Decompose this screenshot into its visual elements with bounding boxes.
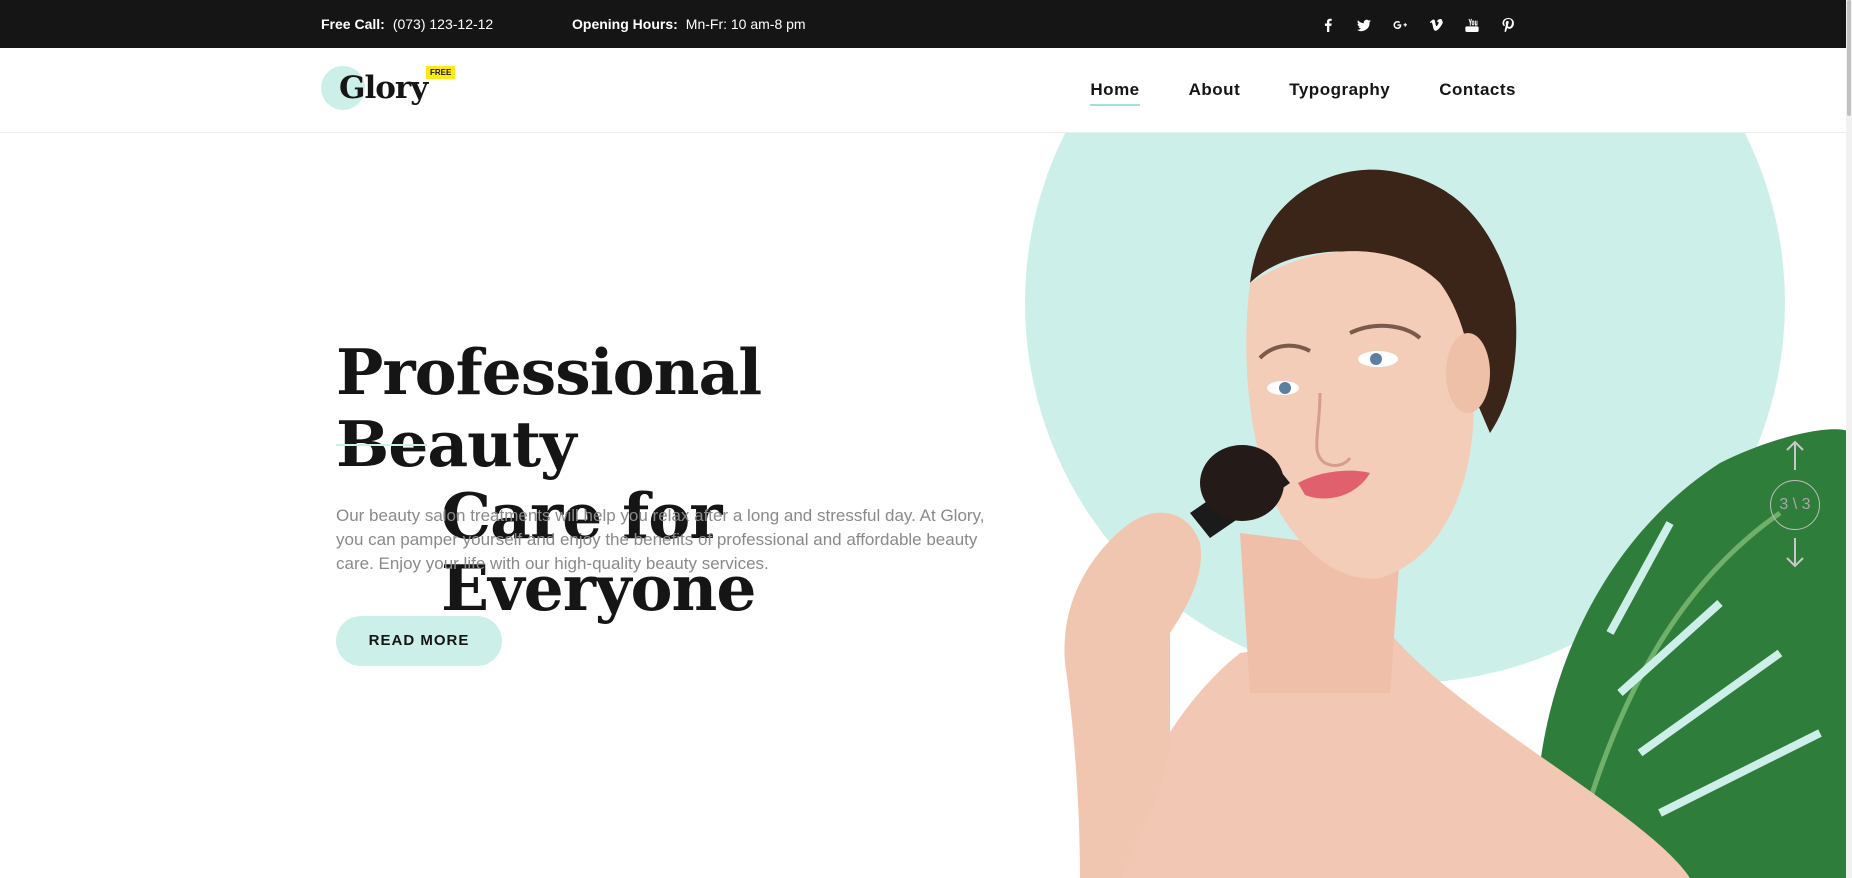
arrow-up-icon[interactable] — [1785, 440, 1805, 470]
face — [1246, 251, 1474, 579]
ear — [1446, 333, 1490, 413]
opening-hours-label: Opening Hours: — [572, 16, 678, 32]
page-scrollbar[interactable] — [1846, 0, 1852, 878]
vimeo-icon[interactable] — [1418, 14, 1454, 34]
nav-item-typography[interactable]: Typography — [1289, 80, 1390, 106]
free-call-info: Free Call: (073) 123-12-12 — [321, 16, 493, 32]
pinterest-icon[interactable] — [1490, 14, 1526, 34]
nav-item-contacts[interactable]: Contacts — [1439, 80, 1516, 106]
slider-navigation: 3 \ 3 — [1770, 440, 1820, 570]
opening-hours-value: Mn-Fr: 10 am-8 pm — [685, 16, 806, 32]
free-call-number[interactable]: (073) 123-12-12 — [393, 16, 493, 32]
top-info-bar: Free Call: (073) 123-12-12 Opening Hours:… — [0, 0, 1852, 48]
facebook-icon[interactable] — [1310, 14, 1346, 34]
nav-item-about[interactable]: About — [1189, 80, 1241, 106]
logo-free-badge: FREE — [426, 66, 456, 79]
hero-title: Professional Beauty Care for Everyone — [336, 336, 976, 624]
read-more-button[interactable]: READ MORE — [336, 616, 502, 666]
hero-decorative-line — [336, 444, 427, 446]
logo-text: Glory — [339, 70, 428, 106]
scrollbar-thumb[interactable] — [1847, 0, 1851, 116]
social-links — [1310, 14, 1526, 34]
main-nav: Home About Typography Contacts — [1041, 80, 1516, 106]
hero-description: Our beauty salon treatments will help yo… — [336, 506, 985, 573]
hero-title-line-1: Professional Beauty — [336, 335, 762, 481]
nav-item-home[interactable]: Home — [1090, 80, 1140, 106]
free-call-label: Free Call: — [321, 16, 385, 32]
main-header: Glory FREE Home About Typography Contact… — [0, 48, 1846, 133]
logo[interactable]: Glory FREE — [321, 66, 456, 116]
google-plus-icon[interactable] — [1382, 14, 1418, 34]
hero-image — [1020, 133, 1852, 878]
youtube-icon[interactable] — [1454, 14, 1490, 34]
opening-hours-info: Opening Hours: Mn-Fr: 10 am-8 pm — [572, 16, 806, 32]
twitter-icon[interactable] — [1346, 14, 1382, 34]
arrow-down-icon[interactable] — [1785, 538, 1805, 568]
slide-counter: 3 \ 3 — [1770, 480, 1820, 530]
hero-illustration — [1064, 169, 1852, 878]
